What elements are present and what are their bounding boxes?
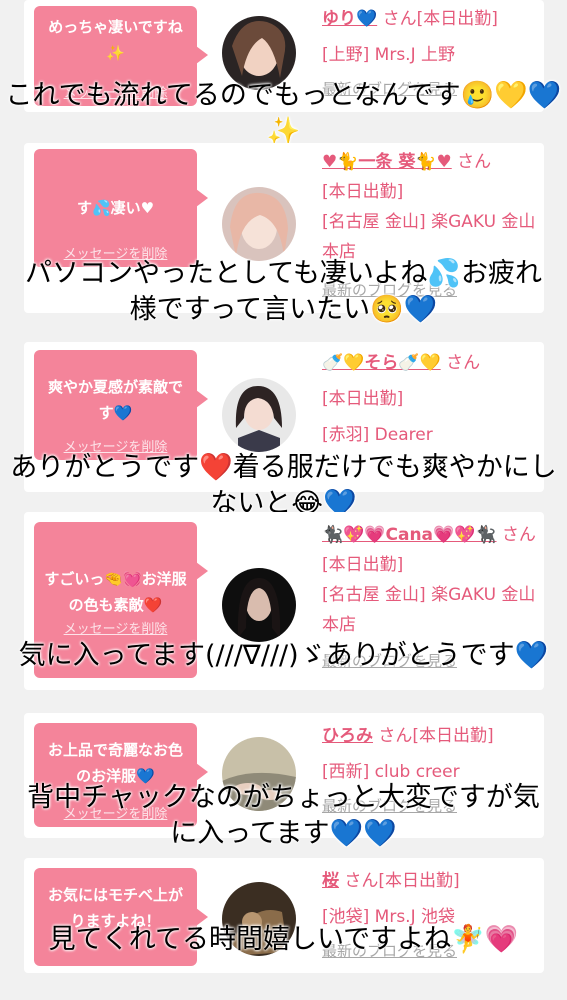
cast-attendance: [本日出勤] bbox=[322, 182, 404, 202]
caption-text: 見てくれてる時間嬉しいですよね🧚💗 bbox=[48, 924, 519, 955]
cast-name-link[interactable]: ひろみ bbox=[322, 726, 373, 746]
message-bubble: 爽やか夏感が素敵です💙 メッセージを削除 bbox=[34, 350, 208, 460]
cast-status: さん[本日出勤] bbox=[339, 871, 460, 891]
delete-message-link[interactable]: メッセージを削除 bbox=[34, 622, 197, 638]
caption-overlay: パソコンやったとしても凄いよね💦お疲れ様ですって言いたい🥺💙 bbox=[0, 256, 567, 328]
cast-info: 🍼💛そら🍼💛 さん [本日出勤] [赤羽] Dearer bbox=[322, 348, 537, 450]
cast-status: さん[本日出勤] bbox=[373, 726, 494, 746]
avatar[interactable] bbox=[222, 187, 296, 261]
cast-status: さん[本日出勤] bbox=[377, 9, 498, 29]
caption-text: パソコンやったとしても凄いよね💦お疲れ様ですって言いたい🥺💙 bbox=[25, 258, 542, 325]
cast-status: さん bbox=[451, 152, 492, 172]
caption-overlay: 背中チャックなのがちょっと大変ですが気に入ってます💙💙 bbox=[0, 780, 567, 852]
message-text: す💦凄い♥ bbox=[76, 199, 155, 217]
cast-name-link[interactable]: ゆり💙 bbox=[322, 9, 377, 29]
caption-text: 気に入ってます(///∇///)ゞありがとうです💙 bbox=[18, 640, 549, 671]
caption-overlay: 気に入ってます(///∇///)ゞありがとうです💙 bbox=[0, 638, 567, 674]
message-text: 爽やか夏感が素敵です💙 bbox=[47, 378, 183, 422]
avatar[interactable] bbox=[222, 378, 296, 452]
caption-overlay: これでも流れてるのでもっとなんです🥲💛💙✨ bbox=[0, 78, 567, 150]
cast-status: さん bbox=[440, 353, 481, 373]
shop-location: [上野] Mrs.J 上野 bbox=[322, 45, 456, 65]
caption-text: これでも流れてるのでもっとなんです🥲💛💙✨ bbox=[5, 80, 562, 147]
shop-location: [名古屋 金山] 楽GAKU 金山本店 bbox=[322, 585, 536, 635]
message-text: めっちゃ凄いですね✨ bbox=[48, 18, 183, 62]
caption-text: ありがとうです❤️着る服だけでも爽やかにしないと😂💙 bbox=[10, 452, 557, 519]
message-bubble: す💦凄い♥ メッセージを削除 bbox=[34, 149, 208, 267]
cast-name-link[interactable]: ♥🐈一条 葵🐈♥ bbox=[322, 152, 452, 172]
message-text: すごいっ🤏💓お洋服の色も素敵❤️ bbox=[44, 570, 187, 614]
cast-name-link[interactable]: 🍼💛そら🍼💛 bbox=[322, 353, 441, 373]
caption-overlay: 見てくれてる時間嬉しいですよね🧚💗 bbox=[0, 922, 567, 958]
caption-text: 背中チャックなのがちょっと大変ですが気に入ってます💙💙 bbox=[27, 782, 540, 849]
cast-attendance: [本日出勤] bbox=[322, 389, 404, 409]
shop-location: [赤羽] Dearer bbox=[322, 425, 433, 445]
cast-name-link[interactable]: 🐈‍⬛💖💗Cana💗💖🐈‍⬛ bbox=[322, 525, 497, 545]
avatar[interactable] bbox=[222, 568, 296, 642]
cast-name-link[interactable]: 桜 bbox=[322, 871, 339, 891]
